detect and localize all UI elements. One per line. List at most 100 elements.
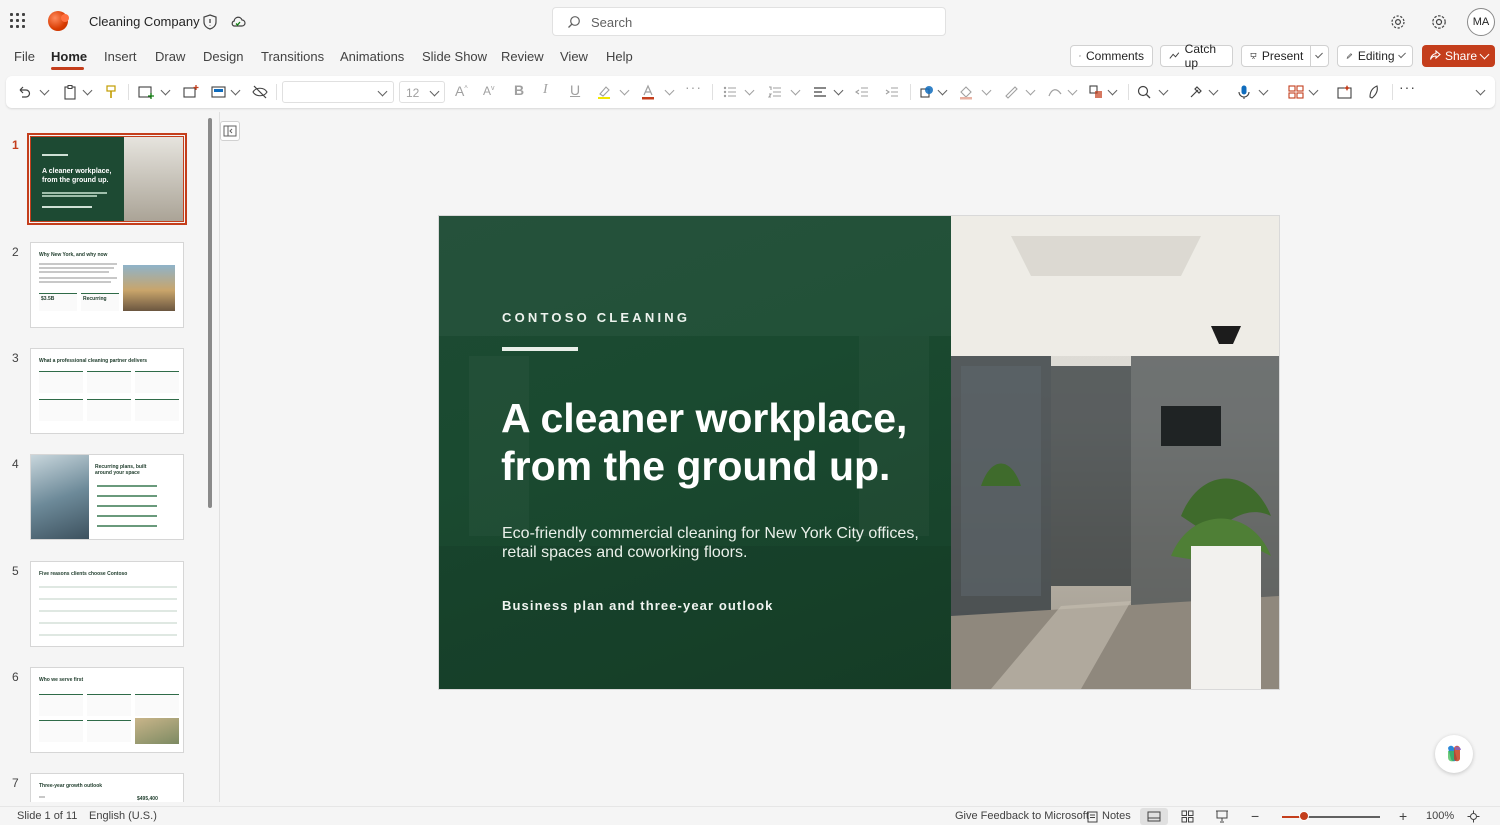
layout-icon[interactable]: [210, 84, 228, 100]
slide-thumbnail-5[interactable]: Five reasons clients choose Contoso: [30, 561, 184, 647]
add-ins-chevron-icon[interactable]: [1308, 85, 1319, 96]
slide-thumbnail-4[interactable]: Recurring plans, built around your space: [30, 454, 184, 540]
settings-alt-icon[interactable]: [1389, 13, 1407, 31]
slide-thumbnail-3[interactable]: What a professional cleaning partner del…: [30, 348, 184, 434]
notes-button[interactable]: Notes: [1102, 810, 1131, 822]
more-options-icon[interactable]: ···: [1399, 79, 1416, 95]
language-indicator[interactable]: English (U.S.): [89, 810, 157, 822]
sensitivity-icon[interactable]: [1366, 84, 1382, 100]
arrange-chevron-icon[interactable]: [1107, 85, 1118, 96]
more-font-options-icon[interactable]: ···: [685, 79, 702, 95]
menu-design[interactable]: Design: [203, 49, 243, 64]
zoom-in-button[interactable]: +: [1399, 808, 1407, 824]
slide-thumbnail-2[interactable]: Why New York, and why now $3.5B Recurrin…: [30, 242, 184, 328]
slide-subtitle[interactable]: Eco-friendly commercial cleaning for New…: [502, 524, 922, 562]
editing-mode-button[interactable]: Editing: [1337, 45, 1413, 67]
share-button[interactable]: Share: [1422, 45, 1495, 67]
numbering-chevron-icon[interactable]: [790, 85, 801, 96]
menu-insert[interactable]: Insert: [104, 49, 137, 64]
font-size-dropdown[interactable]: 12: [399, 81, 445, 103]
slide-sorter-icon[interactable]: [1181, 810, 1194, 823]
normal-view-button[interactable]: [1140, 808, 1168, 825]
find-icon[interactable]: [1136, 84, 1152, 100]
designer-chevron-icon[interactable]: [1208, 85, 1219, 96]
bullets-chevron-icon[interactable]: [744, 85, 755, 96]
current-slide[interactable]: CONTOSO CLEANING A cleaner workplace, fr…: [439, 216, 1279, 689]
layout-chevron-icon[interactable]: [230, 85, 241, 96]
undo-icon[interactable]: [16, 84, 32, 100]
format-painter-icon[interactable]: [103, 84, 119, 100]
slide-thumbnail-1[interactable]: A cleaner workplace, from the ground up.: [27, 133, 187, 225]
cloud-saved-icon[interactable]: [229, 13, 247, 31]
paste-icon[interactable]: [62, 84, 78, 100]
numbering-icon[interactable]: [767, 84, 783, 100]
shape-fill-chevron-icon[interactable]: [981, 85, 992, 96]
present-button[interactable]: Present: [1241, 45, 1329, 67]
menu-home[interactable]: Home: [51, 49, 87, 64]
zoom-level[interactable]: 100%: [1426, 810, 1454, 822]
slide-tagline[interactable]: Business plan and three-year outlook: [502, 598, 774, 613]
copilot-slide-icon[interactable]: [1336, 84, 1354, 100]
shapes-icon[interactable]: [919, 84, 935, 100]
document-title[interactable]: Cleaning Company: [89, 14, 200, 29]
pane-divider[interactable]: [219, 112, 220, 802]
zoom-slider-handle[interactable]: [1299, 811, 1309, 821]
decrease-font-size-icon[interactable]: Av: [483, 84, 495, 100]
italic-icon[interactable]: I: [543, 82, 548, 98]
menu-file[interactable]: File: [14, 49, 35, 64]
slide-headline[interactable]: A cleaner workplace, from the ground up.: [501, 394, 941, 490]
align-chevron-icon[interactable]: [833, 85, 844, 96]
dictate-microphone-icon[interactable]: [1236, 84, 1252, 100]
catch-up-button[interactable]: Catch up: [1160, 42, 1233, 70]
sensitivity-shield-icon[interactable]: [201, 13, 219, 31]
collapse-thumbnails-button[interactable]: [220, 121, 240, 141]
highlight-icon[interactable]: [596, 84, 612, 100]
undo-dropdown-chevron-icon[interactable]: [39, 85, 50, 96]
thumbnails-scrollbar[interactable]: [208, 118, 212, 508]
reading-view-icon[interactable]: [1215, 810, 1229, 823]
add-ins-icon[interactable]: [1287, 84, 1305, 100]
shape-effects-chevron-icon[interactable]: [1067, 85, 1078, 96]
shape-fill-icon[interactable]: [958, 84, 974, 100]
paste-dropdown-chevron-icon[interactable]: [82, 85, 93, 96]
comments-button[interactable]: Comments: [1070, 45, 1153, 67]
decrease-indent-icon[interactable]: [854, 84, 870, 100]
new-slide-icon[interactable]: [137, 84, 155, 100]
menu-review[interactable]: Review: [501, 49, 544, 64]
user-avatar[interactable]: MA: [1467, 8, 1495, 36]
bold-icon[interactable]: B: [514, 82, 524, 98]
menu-view[interactable]: View: [560, 49, 588, 64]
shape-outline-chevron-icon[interactable]: [1025, 85, 1036, 96]
chevron-down-icon[interactable]: [1314, 50, 1323, 58]
notes-icon[interactable]: [1087, 811, 1098, 823]
arrange-icon[interactable]: [1088, 84, 1104, 100]
align-icon[interactable]: [812, 84, 828, 100]
feedback-link[interactable]: Give Feedback to Microsoft: [955, 810, 1089, 822]
menu-draw[interactable]: Draw: [155, 49, 185, 64]
app-launcher-icon[interactable]: [10, 13, 26, 29]
designer-icon[interactable]: [1188, 84, 1204, 100]
copilot-button[interactable]: [1435, 735, 1473, 773]
search-input[interactable]: Search: [552, 7, 946, 36]
menu-help[interactable]: Help: [606, 49, 633, 64]
hide-slide-icon[interactable]: [251, 84, 269, 100]
dictate-chevron-icon[interactable]: [1258, 85, 1269, 96]
slide-thumbnail-6[interactable]: Who we serve first: [30, 667, 184, 753]
increase-font-size-icon[interactable]: A^: [455, 83, 468, 99]
fit-to-window-icon[interactable]: [1467, 810, 1480, 823]
menu-transitions[interactable]: Transitions: [261, 49, 324, 64]
expand-ribbon-chevron-icon[interactable]: [1475, 85, 1486, 96]
font-color-chevron-icon[interactable]: [664, 85, 675, 96]
font-name-dropdown[interactable]: [282, 81, 394, 103]
menu-slide-show[interactable]: Slide Show: [422, 49, 487, 64]
increase-indent-icon[interactable]: [884, 84, 900, 100]
slide-kicker-text[interactable]: CONTOSO CLEANING: [502, 310, 690, 325]
bullets-icon[interactable]: [722, 84, 738, 100]
new-slide-chevron-icon[interactable]: [160, 85, 171, 96]
font-color-icon[interactable]: [640, 84, 656, 100]
shape-effects-icon[interactable]: [1047, 84, 1063, 100]
menu-animations[interactable]: Animations: [340, 49, 404, 64]
reuse-slides-icon[interactable]: [182, 84, 200, 100]
gear-icon[interactable]: [1430, 13, 1448, 31]
slide-thumbnail-7[interactable]: Three-year growth outlook $495,400: [30, 773, 184, 802]
